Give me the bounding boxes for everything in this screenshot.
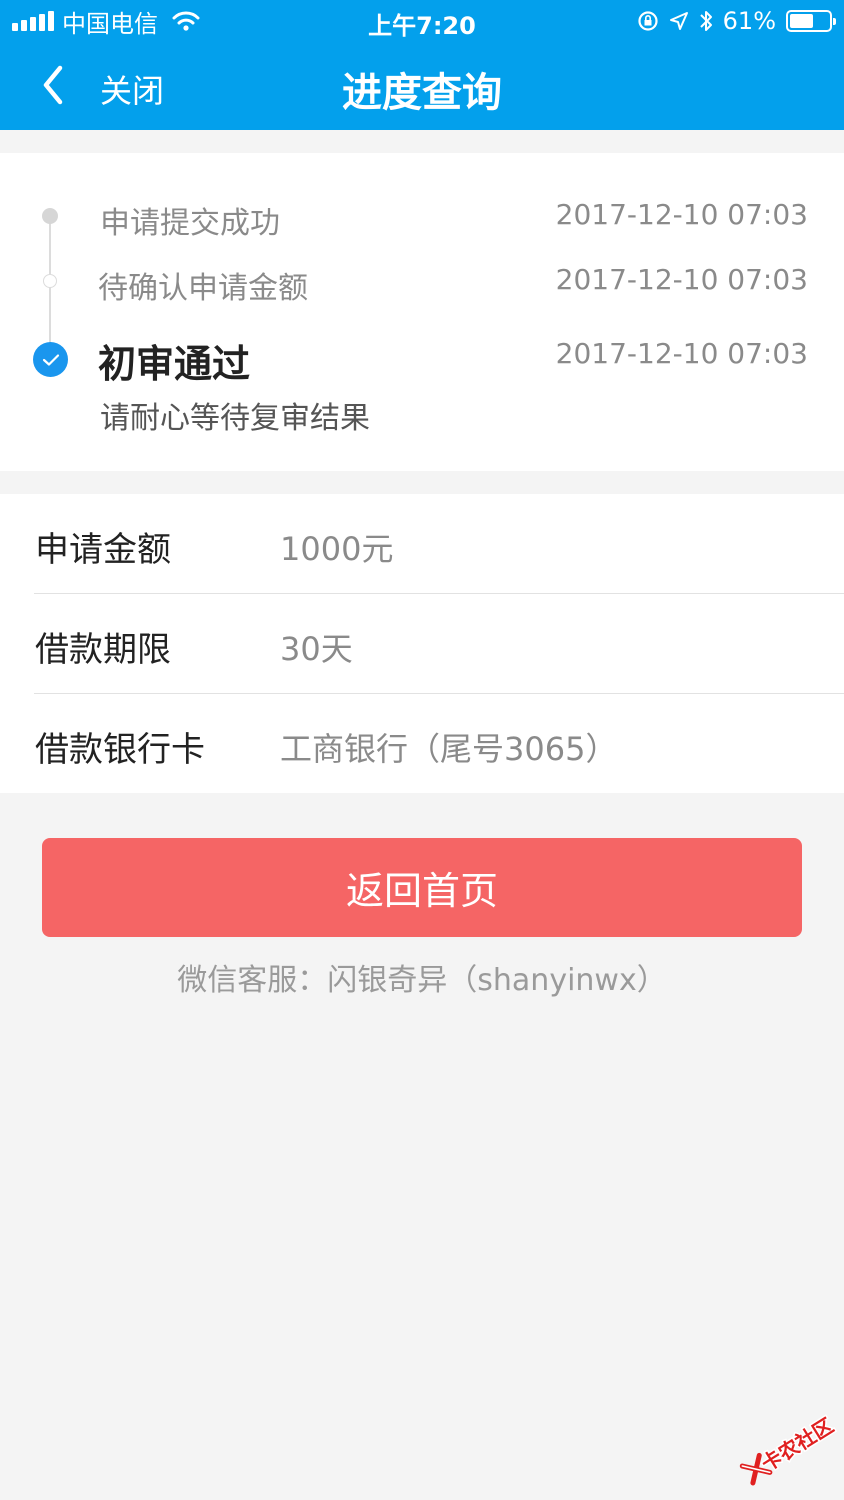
- detail-value: 1000元: [280, 530, 394, 568]
- detail-value: 工商银行（尾号3065）: [280, 730, 618, 768]
- detail-row-amount: 申请金额 1000元: [0, 494, 844, 593]
- step-current-check-icon: [33, 342, 68, 377]
- detail-row-bank-card: 借款银行卡 工商银行（尾号3065）: [0, 694, 844, 793]
- step-label-confirm-amount: 待确认申请金额: [98, 271, 308, 306]
- progress-timeline: 申请提交成功 2017-12-10 07:03 待确认申请金额 2017-12-…: [0, 153, 844, 471]
- battery-percent: 61%: [722, 7, 776, 35]
- step-label-submitted: 申请提交成功: [100, 206, 280, 241]
- step-done-dot-icon: [42, 208, 58, 224]
- orientation-lock-icon: [638, 11, 658, 31]
- detail-label: 申请金额: [35, 530, 171, 570]
- detail-row-term: 借款期限 30天: [0, 594, 844, 693]
- battery-icon: [786, 10, 836, 32]
- svg-text:卡农社区: 卡农社区: [757, 1413, 838, 1476]
- page-title: 进度查询: [342, 70, 502, 116]
- bluetooth-icon: [699, 11, 712, 31]
- detail-label: 借款期限: [35, 630, 171, 670]
- top-header: 中国电信 上午7:20 61% 关闭 进度查询: [0, 0, 844, 130]
- status-bar: 中国电信 上午7:20 61%: [0, 0, 844, 42]
- battery-level-fill: [790, 14, 814, 28]
- nav-bar: 关闭 进度查询: [0, 42, 844, 130]
- step-note: 请耐心等待复审结果: [100, 401, 370, 436]
- step-pending-dot-icon: [43, 274, 57, 288]
- detail-value: 30天: [280, 630, 353, 668]
- detail-label: 借款银行卡: [35, 730, 205, 770]
- step-time-confirm-amount: 2017-12-10 07:03: [555, 263, 808, 296]
- step-time-first-review: 2017-12-10 07:03: [555, 337, 808, 370]
- loan-details: 申请金额 1000元 借款期限 30天 借款银行卡 工商银行（尾号3065）: [0, 494, 844, 793]
- watermark-logo: 卡农社区: [739, 1412, 839, 1486]
- wechat-service-info: 微信客服：闪银奇异（shanyinwx）: [177, 963, 667, 998]
- location-icon: [669, 12, 688, 30]
- step-time-submitted: 2017-12-10 07:03: [555, 198, 808, 231]
- return-home-button[interactable]: 返回首页: [42, 838, 802, 937]
- step-label-first-review-passed: 初审通过: [98, 342, 251, 386]
